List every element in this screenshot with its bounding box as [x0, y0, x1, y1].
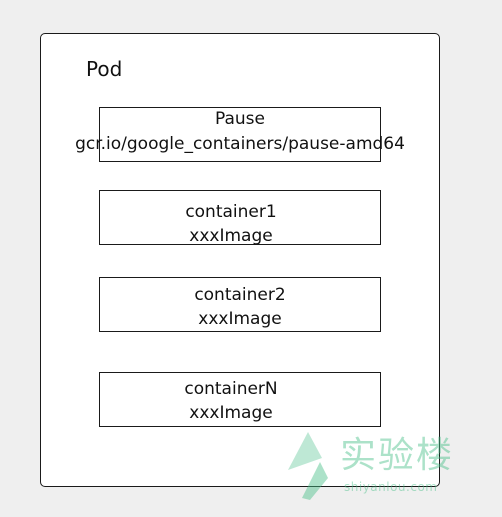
pause-image: gcr.io/google_containers/pause-amd64 — [75, 134, 405, 154]
pause-name: Pause — [215, 109, 265, 129]
container-1-name: container1 — [185, 202, 277, 222]
container-n-image: xxxImage — [189, 403, 273, 423]
container-2-name: container2 — [194, 285, 286, 305]
pod-title: Pod — [86, 57, 123, 81]
container-n-name: containerN — [184, 379, 278, 399]
watermark-url-text: shiyanlou.com — [344, 480, 438, 494]
watermark-brand-text: 实验楼 — [340, 435, 455, 476]
container-1-image: xxxImage — [189, 226, 273, 246]
container-2-image: xxxImage — [198, 309, 282, 329]
